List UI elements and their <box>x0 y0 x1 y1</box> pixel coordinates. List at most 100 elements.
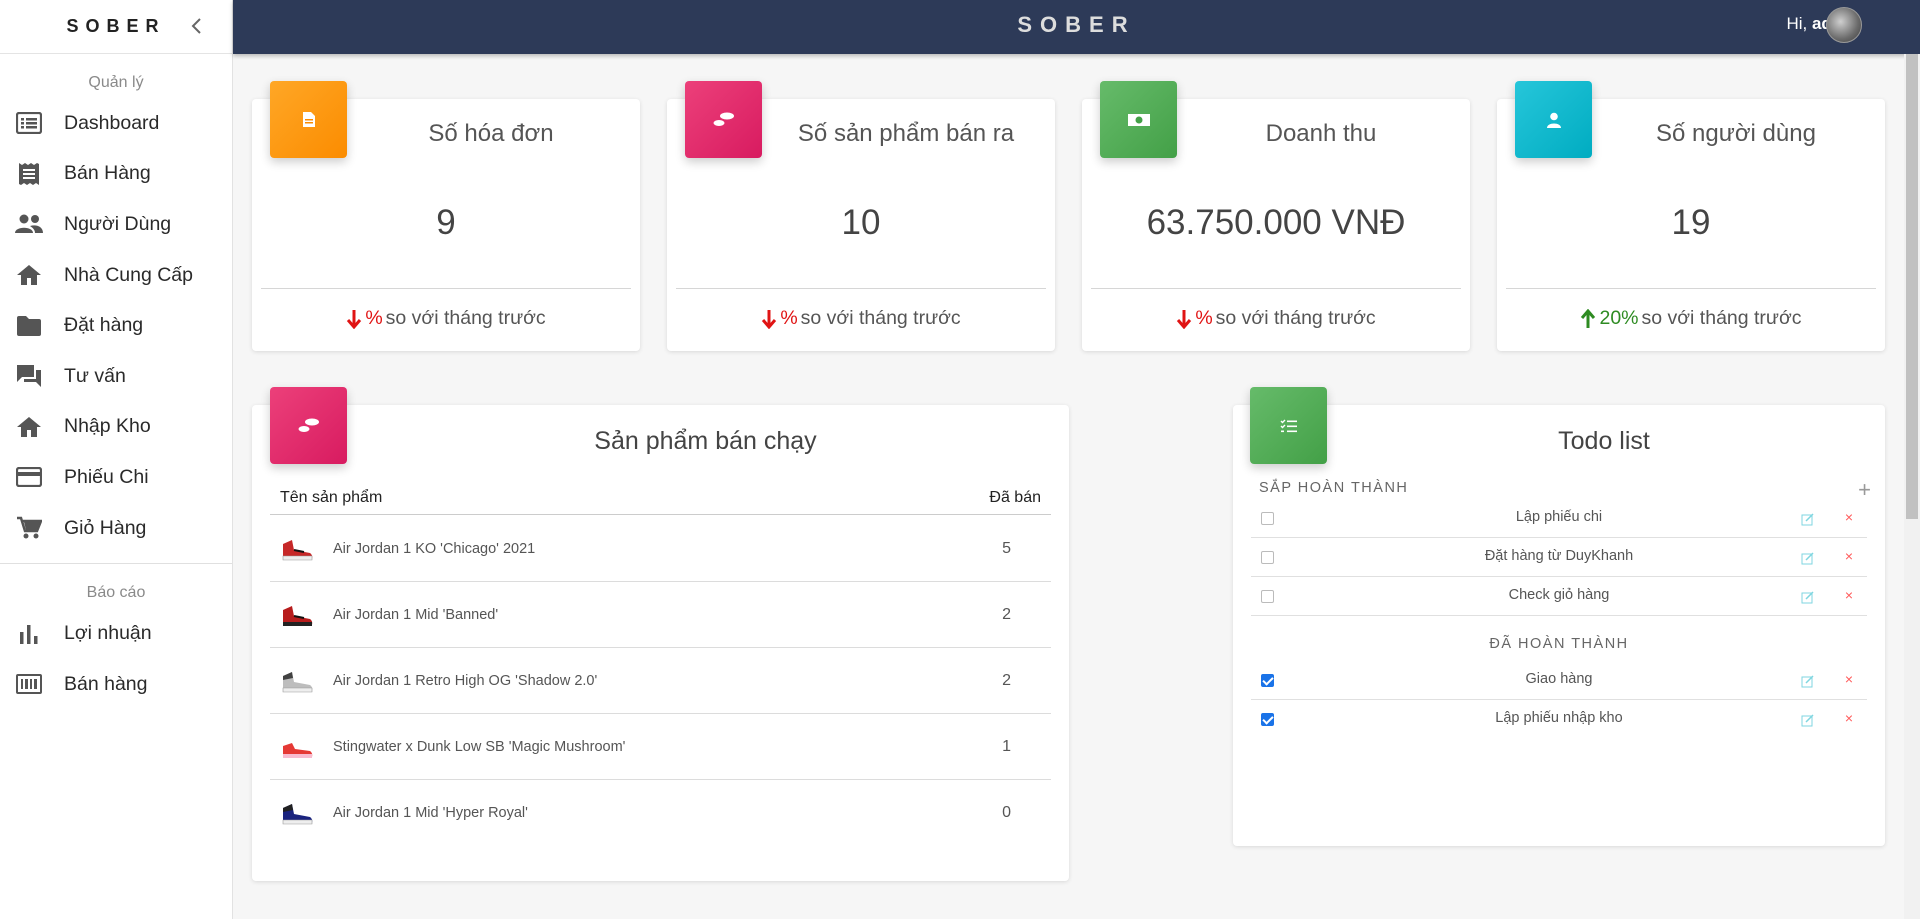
stat-percent: % <box>780 307 798 329</box>
todo-text: Đặt hàng từ DuyKhanh <box>1484 548 1634 564</box>
edit-icon[interactable] <box>1801 674 1815 688</box>
sidebar-item-label: Dashboard <box>64 111 160 134</box>
stat-compare: % so với tháng trước <box>1082 307 1470 330</box>
todo-badge <box>1250 387 1327 464</box>
column-header-sold: Đã bán <box>989 489 1041 506</box>
section-manage-heading: Quản lý <box>88 74 144 91</box>
products-badge <box>685 81 762 158</box>
shoe-thumbnail <box>283 606 313 626</box>
shoe-thumbnail <box>283 743 313 758</box>
arrow-down-icon <box>1177 309 1192 329</box>
top-navbar: SOBER Hi, admin <box>233 0 1920 54</box>
section-report-heading: Báo cáo <box>86 584 146 602</box>
sidebar-logo: SOBER <box>66 16 166 36</box>
home-icon <box>14 414 44 440</box>
pending-heading: SẮP HOÀN THÀNH <box>1259 480 1409 496</box>
stat-title: Số sản phẩm bán ra <box>797 120 1015 147</box>
sidebar-item-label: Tư vấn <box>64 364 126 387</box>
chat-icon <box>14 363 44 389</box>
sold-count: 0 <box>1002 804 1011 821</box>
sidebar-item-label: Lợi nhuận <box>64 622 152 645</box>
edit-icon[interactable] <box>1801 590 1815 604</box>
sidebar-item-label: Bán hàng <box>64 672 148 695</box>
stat-percent: 20% <box>1599 307 1639 329</box>
sidebar-item-nguoi-dung[interactable]: Người Dùng <box>0 199 232 250</box>
best-sellers-card: Sản phẩm bán chạy Tên sản phẩm Đã bán Ai… <box>252 405 1069 881</box>
users-badge <box>1515 81 1592 158</box>
table-row[interactable]: Air Jordan 1 Retro High OG 'Shadow 2.0' … <box>270 648 1051 714</box>
done-heading: ĐÃ HOÀN THÀNH <box>1489 636 1629 652</box>
stat-compare-text: so với tháng trước <box>385 307 546 329</box>
sidebar: SOBER Quản lý Dashboard Bán Hàng Người D… <box>0 0 233 919</box>
document-icon <box>302 112 315 127</box>
scrollbar-thumb[interactable] <box>1906 54 1918 519</box>
sidebar-item-ban-hang-report[interactable]: Bán hàng <box>0 659 232 710</box>
receipt-icon <box>14 161 44 187</box>
edit-icon[interactable] <box>1801 713 1815 727</box>
folder-icon <box>14 313 44 339</box>
delete-button[interactable]: × <box>1845 710 1853 726</box>
sidebar-item-tu-van[interactable]: Tư vấn <box>0 351 232 402</box>
sidebar-item-dashboard[interactable]: Dashboard <box>0 98 232 149</box>
divider <box>261 288 631 289</box>
todo-item: Check giỏ hàng × <box>1251 577 1867 616</box>
stat-compare: % so với tháng trước <box>667 307 1055 330</box>
delete-button[interactable]: × <box>1845 509 1853 525</box>
table-row[interactable]: Stingwater x Dunk Low SB 'Magic Mushroom… <box>270 714 1051 780</box>
chevron-left-icon <box>191 18 201 34</box>
todo-item: Lập phiếu nhập kho × <box>1251 700 1867 739</box>
delete-button[interactable]: × <box>1845 587 1853 603</box>
list-icon <box>14 110 44 136</box>
money-icon <box>1127 113 1150 126</box>
divider <box>1091 288 1461 289</box>
delete-button[interactable]: × <box>1845 671 1853 687</box>
product-name: Air Jordan 1 Retro High OG 'Shadow 2.0' <box>333 673 598 689</box>
todo-title: Todo list <box>1558 427 1650 455</box>
sidebar-item-phieu-chi[interactable]: Phiếu Chi <box>0 452 232 503</box>
checklist-icon <box>1280 419 1297 432</box>
sidebar-header: SOBER <box>0 0 232 54</box>
stat-title: Doanh thu <box>1265 120 1377 147</box>
stat-compare: % so với tháng trước <box>252 307 640 330</box>
stat-title: Số hóa đơn <box>428 120 554 147</box>
sold-count: 2 <box>1002 606 1011 623</box>
table-row[interactable]: Air Jordan 1 Mid 'Hyper Royal' 0 <box>270 780 1051 846</box>
product-name: Air Jordan 1 Mid 'Banned' <box>333 607 499 623</box>
delete-button[interactable]: × <box>1845 548 1853 564</box>
todo-text: Check giỏ hàng <box>1508 587 1610 603</box>
stat-compare-text: so với tháng trước <box>1215 307 1376 329</box>
table-header: Tên sản phẩm Đã bán <box>270 475 1051 515</box>
greeting-text: Hi, <box>1786 14 1812 33</box>
collapse-sidebar-button[interactable] <box>186 15 206 37</box>
table-row[interactable]: Air Jordan 1 KO 'Chicago' 2021 5 <box>270 516 1051 582</box>
edit-icon[interactable] <box>1801 551 1815 565</box>
todo-text: Giao hàng <box>1525 671 1593 687</box>
sidebar-item-label: Phiếu Chi <box>64 465 149 488</box>
footprints-icon <box>713 112 734 126</box>
sidebar-item-gio-hang[interactable]: Giỏ Hàng <box>0 503 232 554</box>
todo-text: Lập phiếu chi <box>1515 509 1603 525</box>
sidebar-item-loi-nhuan[interactable]: Lợi nhuận <box>0 608 232 659</box>
sidebar-item-label: Nhà Cung Cấp <box>64 263 193 286</box>
barcode-icon <box>14 671 44 697</box>
person-icon <box>1546 112 1561 128</box>
stat-title: Số người dùng <box>1656 120 1816 147</box>
product-name: Air Jordan 1 Mid 'Hyper Royal' <box>333 805 528 821</box>
product-name: Stingwater x Dunk Low SB 'Magic Mushroom… <box>333 739 626 755</box>
edit-icon[interactable] <box>1801 512 1815 526</box>
todo-item: Giao hàng × <box>1251 661 1867 700</box>
avatar[interactable] <box>1826 7 1862 43</box>
bar-chart-icon <box>14 621 44 647</box>
sidebar-item-nhap-kho[interactable]: Nhập Kho <box>0 402 232 453</box>
sidebar-item-ban-hang[interactable]: Bán Hàng <box>0 149 232 200</box>
best-sellers-badge <box>270 387 347 464</box>
sidebar-item-nha-cung-cap[interactable]: Nhà Cung Cấp <box>0 250 232 301</box>
sidebar-item-dat-hang[interactable]: Đặt hàng <box>0 300 232 351</box>
shoe-thumbnail <box>282 540 313 561</box>
sold-count: 1 <box>1002 738 1011 755</box>
footprints-icon <box>298 418 319 432</box>
todo-text: Lập phiếu nhập kho <box>1495 710 1623 726</box>
shoe-thumbnail <box>282 804 313 825</box>
stat-value: 19 <box>1671 203 1711 242</box>
table-row[interactable]: Air Jordan 1 Mid 'Banned' 2 <box>270 582 1051 648</box>
